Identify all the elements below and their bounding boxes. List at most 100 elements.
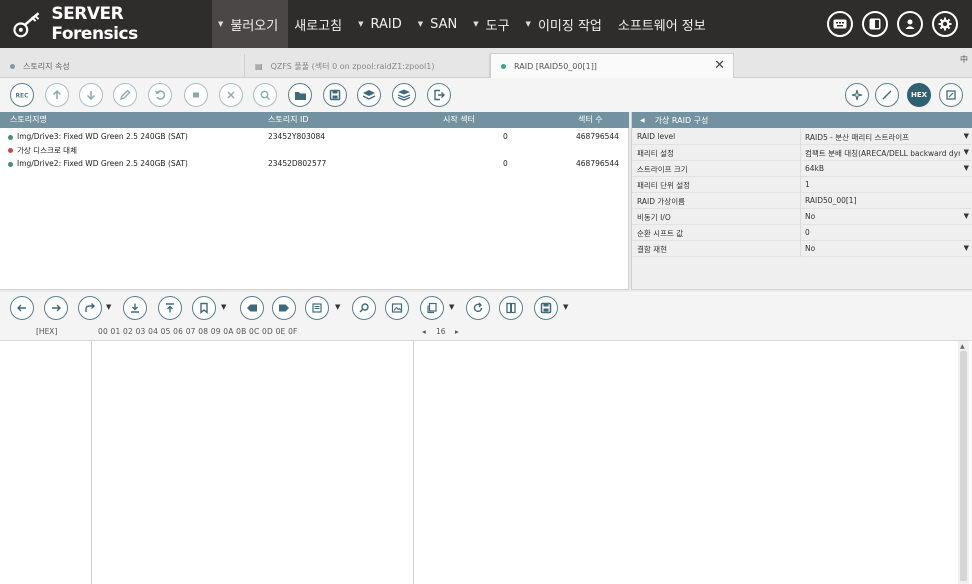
scroll-up-icon[interactable]: ▲ xyxy=(960,343,965,350)
move-down-button[interactable] xyxy=(79,83,103,107)
save-dropdown-icon[interactable]: ▼ xyxy=(563,303,568,311)
prop-raid-level[interactable]: RAID level RAID5 - 분산 패리티 스트라이프 ▼ xyxy=(632,129,972,145)
prop-fault-repro[interactable]: 결함 재현 No ▼ xyxy=(632,241,972,257)
raid-config-title: 가상 RAID 구성 xyxy=(654,115,709,125)
layers-icon xyxy=(362,90,376,100)
jump-icon xyxy=(85,303,95,312)
list-button[interactable] xyxy=(305,296,329,320)
prop-value[interactable]: 0 xyxy=(805,228,960,237)
hex-save-button[interactable] xyxy=(534,296,558,320)
tab-raid[interactable]: RAID [RAID50_00[1]] ✕ xyxy=(490,53,734,78)
storage-row[interactable]: 가상 디스크로 대체 xyxy=(0,144,629,157)
settings-button[interactable] xyxy=(932,11,958,37)
tab-storage-properties[interactable]: 스토리지 속성 xyxy=(0,54,245,78)
hex-scrollbar[interactable]: ▲ xyxy=(958,341,969,584)
menu-raid[interactable]: ▼ RAID xyxy=(352,0,412,48)
hex-column-header: [HEX] 00 01 02 03 04 05 06 07 08 09 0A 0… xyxy=(0,324,972,340)
layers-button[interactable] xyxy=(357,83,381,107)
offset-mode-label[interactable]: [HEX] xyxy=(36,327,57,336)
jump-button[interactable] xyxy=(78,296,102,320)
panel-toggle-button[interactable] xyxy=(862,11,888,37)
prop-shift-value[interactable]: 순환 시프트 값 0 xyxy=(632,225,972,241)
storage-row[interactable]: Img/Drive2: Fixed WD Green 2.5 240GB (SA… xyxy=(0,158,629,171)
menu-san[interactable]: ▼ SAN xyxy=(412,0,468,48)
prop-value[interactable]: 1 xyxy=(805,180,960,189)
search-button[interactable] xyxy=(253,83,277,107)
menu-label: 새로고침 xyxy=(294,18,343,34)
panel-button[interactable] xyxy=(499,296,523,320)
cancel-button[interactable] xyxy=(219,83,243,107)
open-folder-button[interactable] xyxy=(288,83,312,107)
export-button[interactable] xyxy=(427,83,451,107)
stop-button[interactable] xyxy=(184,83,208,107)
prop-value[interactable]: No xyxy=(805,212,960,221)
dropdown-arrow-icon[interactable]: ▼ xyxy=(964,132,969,140)
prop-key: 스트라이프 크기 xyxy=(637,165,688,174)
list-dropdown-icon[interactable]: ▼ xyxy=(335,303,340,311)
copy-button[interactable] xyxy=(420,296,444,320)
find-button[interactable] xyxy=(352,296,376,320)
edit-line-button[interactable] xyxy=(875,83,899,107)
prop-stripe-size[interactable]: 스트라이프 크기 64kB ▼ xyxy=(632,161,972,177)
image-button[interactable] xyxy=(385,296,409,320)
rec-button[interactable]: REC xyxy=(10,83,34,107)
jump-dropdown-icon[interactable]: ▼ xyxy=(106,303,111,311)
col-header-count[interactable]: 섹터 수 xyxy=(578,114,603,125)
menu-tools[interactable]: ▼ 도구 xyxy=(467,0,519,48)
prop-value[interactable]: No xyxy=(805,244,960,253)
prop-value[interactable]: 64kB xyxy=(805,164,960,173)
upload-icon xyxy=(166,303,174,313)
bytes-per-row: 16 xyxy=(436,327,446,336)
crop-button[interactable] xyxy=(939,83,963,107)
user-button[interactable] xyxy=(897,11,923,37)
width-increase-icon[interactable]: ▸ xyxy=(455,327,459,336)
upload-button[interactable] xyxy=(158,296,182,320)
stack-button[interactable] xyxy=(392,83,416,107)
bookmark-next-button[interactable] xyxy=(272,296,296,320)
refresh-button[interactable] xyxy=(466,296,490,320)
menu-refresh[interactable]: 새로고침 xyxy=(288,0,352,48)
close-icon[interactable]: ✕ xyxy=(714,58,725,73)
tab-qzfs-pool[interactable]: ▤ QZFS 풀풀 (섹터 0 on zpool:raidZ1:zpool1) xyxy=(245,54,490,78)
menu-about[interactable]: 소프트웨어 정보 xyxy=(612,0,716,48)
hex-editor-area[interactable]: ▲ xyxy=(0,340,972,584)
raid-config-header[interactable]: ◀ 가상 RAID 구성 xyxy=(632,112,972,128)
app-logo[interactable]: SERVER Forensics xyxy=(0,0,212,48)
prop-value[interactable]: 컴팩트 분배 대칭(ARECA/DELL backward dynamic) xyxy=(805,148,960,159)
edit-button[interactable] xyxy=(113,83,137,107)
keyboard-button[interactable] xyxy=(827,11,853,37)
storage-row[interactable]: Img/Drive3: Fixed WD Green 2.5 240GB (SA… xyxy=(0,131,629,144)
menu-imaging[interactable]: ▼ 이미징 작업 xyxy=(520,0,612,48)
download-button[interactable] xyxy=(123,296,147,320)
prop-async-io[interactable]: 비동기 I/O No ▼ xyxy=(632,209,972,225)
forward-button[interactable] xyxy=(44,296,68,320)
copy-icon xyxy=(427,302,437,314)
prop-raid-name[interactable]: RAID 가상이름 RAID50_00[1] xyxy=(632,193,972,209)
scroll-thumb[interactable] xyxy=(960,351,967,581)
undo-button[interactable] xyxy=(148,83,172,107)
col-header-name[interactable]: 스토리지명 xyxy=(10,114,47,125)
col-header-start[interactable]: 시작 섹터 xyxy=(443,114,475,125)
hex-view-button[interactable]: HEX xyxy=(907,83,931,107)
dropdown-arrow-icon[interactable]: ▼ xyxy=(964,148,969,156)
sparkle-button[interactable] xyxy=(845,83,869,107)
bookmark-prev-button[interactable] xyxy=(240,296,264,320)
bookmark-dropdown-icon[interactable]: ▼ xyxy=(221,303,226,311)
pin-icon[interactable]: 中 xyxy=(960,54,968,65)
save-icon xyxy=(540,302,552,314)
width-decrease-icon[interactable]: ◂ xyxy=(422,327,426,336)
prop-parity[interactable]: 패리티 설정 컴팩트 분배 대칭(ARECA/DELL backward dyna… xyxy=(632,145,972,161)
menu-load[interactable]: ▼ 불러오기 xyxy=(212,0,289,48)
col-header-id[interactable]: 스토리지 ID xyxy=(268,114,309,125)
prop-value[interactable]: RAID50_00[1] xyxy=(805,196,960,205)
save-button[interactable] xyxy=(323,83,347,107)
move-up-button[interactable] xyxy=(45,83,69,107)
dropdown-arrow-icon[interactable]: ▼ xyxy=(964,212,969,220)
back-button[interactable] xyxy=(10,296,34,320)
dropdown-arrow-icon[interactable]: ▼ xyxy=(964,244,969,252)
dropdown-arrow-icon[interactable]: ▼ xyxy=(964,164,969,172)
bookmark-button[interactable] xyxy=(192,296,216,320)
prop-value[interactable]: RAID5 - 분산 패리티 스트라이프 xyxy=(805,132,960,143)
copy-dropdown-icon[interactable]: ▼ xyxy=(449,303,454,311)
prop-parity-unit[interactable]: 패리티 단위 설정 1 xyxy=(632,177,972,193)
